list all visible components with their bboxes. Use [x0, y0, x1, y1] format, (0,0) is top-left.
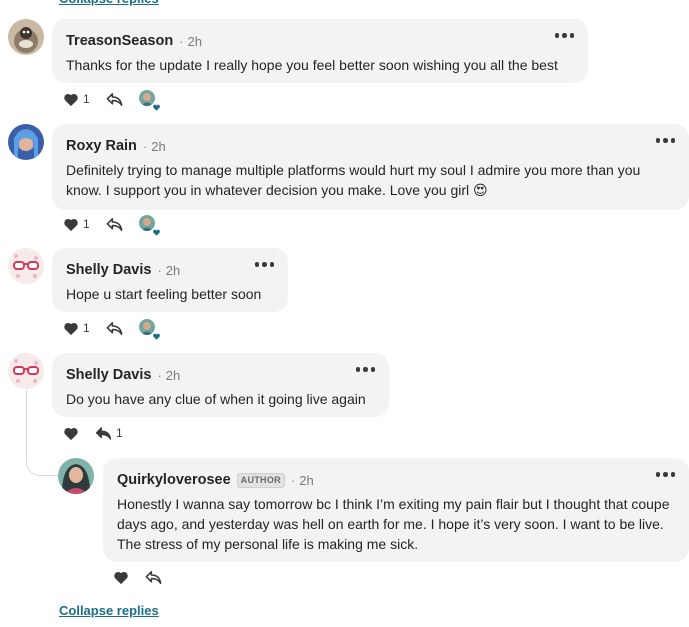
like-count: 1: [83, 217, 90, 231]
more-options-icon[interactable]: [655, 472, 675, 477]
comment-actions: 1: [63, 423, 123, 443]
timestamp[interactable]: 2h: [166, 368, 180, 383]
avatar[interactable]: [8, 248, 44, 284]
reply-icon: [106, 321, 123, 335]
comment-actions: 1: [63, 318, 161, 341]
author-name[interactable]: Shelly Davis: [66, 262, 151, 278]
collapse-replies-link[interactable]: Collapse replies: [59, 603, 159, 618]
heart-icon: [114, 571, 128, 584]
reply-button[interactable]: [106, 321, 123, 336]
comment-actions: 1: [63, 214, 161, 237]
comment-text: Honestly I wanna say tomorrow bc I think…: [117, 496, 670, 552]
comment-bubble: Shelly Davis · 2h Do you have any clue o…: [52, 353, 389, 417]
author-name[interactable]: TreasonSeason: [66, 33, 173, 49]
reply-icon: [106, 217, 123, 231]
reply-count: 1: [116, 426, 123, 440]
like-count: 1: [83, 321, 90, 335]
more-options-icon[interactable]: [655, 138, 675, 143]
heart-icon: [152, 333, 161, 341]
reply-button[interactable]: [106, 217, 123, 232]
comment-text: Definitely trying to manage multiple pla…: [66, 162, 641, 198]
heart-icon: [64, 218, 78, 231]
comment-text: Thanks for the update I really hope you …: [66, 57, 558, 73]
separator-dot: ·: [157, 262, 162, 278]
like-button[interactable]: 1: [63, 321, 90, 336]
avatar[interactable]: [8, 19, 44, 55]
author-badge: AUTHOR: [236, 472, 285, 488]
author-liked-badge: [138, 215, 161, 237]
more-options-icon[interactable]: [254, 262, 274, 267]
author-name[interactable]: Quirkyloverosee: [117, 472, 231, 488]
avatar[interactable]: [8, 353, 44, 389]
reply-button[interactable]: [106, 92, 123, 107]
like-button[interactable]: 1: [63, 92, 90, 107]
reply-bubble: Quirkyloverosee AUTHOR · 2h Honestly I w…: [103, 458, 689, 562]
separator-dot: ·: [142, 138, 148, 154]
heart-icon: [64, 93, 78, 106]
heart-icon: [152, 104, 161, 112]
like-count: 1: [83, 92, 90, 106]
comment-bubble: Roxy Rain · 2h Definitely trying to mana…: [52, 124, 689, 210]
separator-dot: ·: [290, 472, 296, 488]
author-name[interactable]: Shelly Davis: [66, 367, 151, 383]
avatar[interactable]: [8, 124, 44, 160]
comment-actions: 1: [63, 89, 161, 112]
like-button[interactable]: 1: [63, 217, 90, 232]
comment-bubble: TreasonSeason · 2h Thanks for the update…: [52, 19, 588, 83]
author-liked-badge: [138, 90, 161, 112]
collapse-replies-link-top[interactable]: Collapse replies: [59, 0, 159, 6]
timestamp[interactable]: 2h: [299, 473, 313, 488]
reply-icon: [95, 426, 112, 440]
more-options-icon[interactable]: [554, 33, 574, 38]
separator-dot: ·: [179, 33, 184, 49]
timestamp[interactable]: 2h: [166, 263, 180, 278]
reply-actions: [113, 567, 162, 587]
separator-dot: ·: [157, 367, 162, 383]
like-button[interactable]: [63, 426, 79, 441]
comment-text: Hope u start feeling better soon: [66, 286, 262, 302]
reply-icon: [106, 92, 123, 106]
author-name[interactable]: Roxy Rain: [66, 138, 137, 154]
avatar[interactable]: [58, 458, 94, 494]
comment-text: Do you have any clue of when it going li…: [66, 391, 366, 407]
reply-button[interactable]: 1: [95, 426, 123, 441]
heart-icon: [152, 229, 161, 237]
comment-bubble: Shelly Davis · 2h Hope u start feeling b…: [52, 248, 288, 312]
reply-button[interactable]: [145, 570, 162, 585]
author-liked-badge: [138, 319, 161, 341]
more-options-icon[interactable]: [355, 367, 375, 372]
timestamp[interactable]: 2h: [188, 34, 202, 49]
like-button[interactable]: [113, 570, 129, 585]
heart-icon: [64, 322, 78, 335]
reply-icon: [145, 570, 162, 584]
timestamp[interactable]: 2h: [151, 139, 165, 154]
heart-icon: [64, 427, 78, 440]
